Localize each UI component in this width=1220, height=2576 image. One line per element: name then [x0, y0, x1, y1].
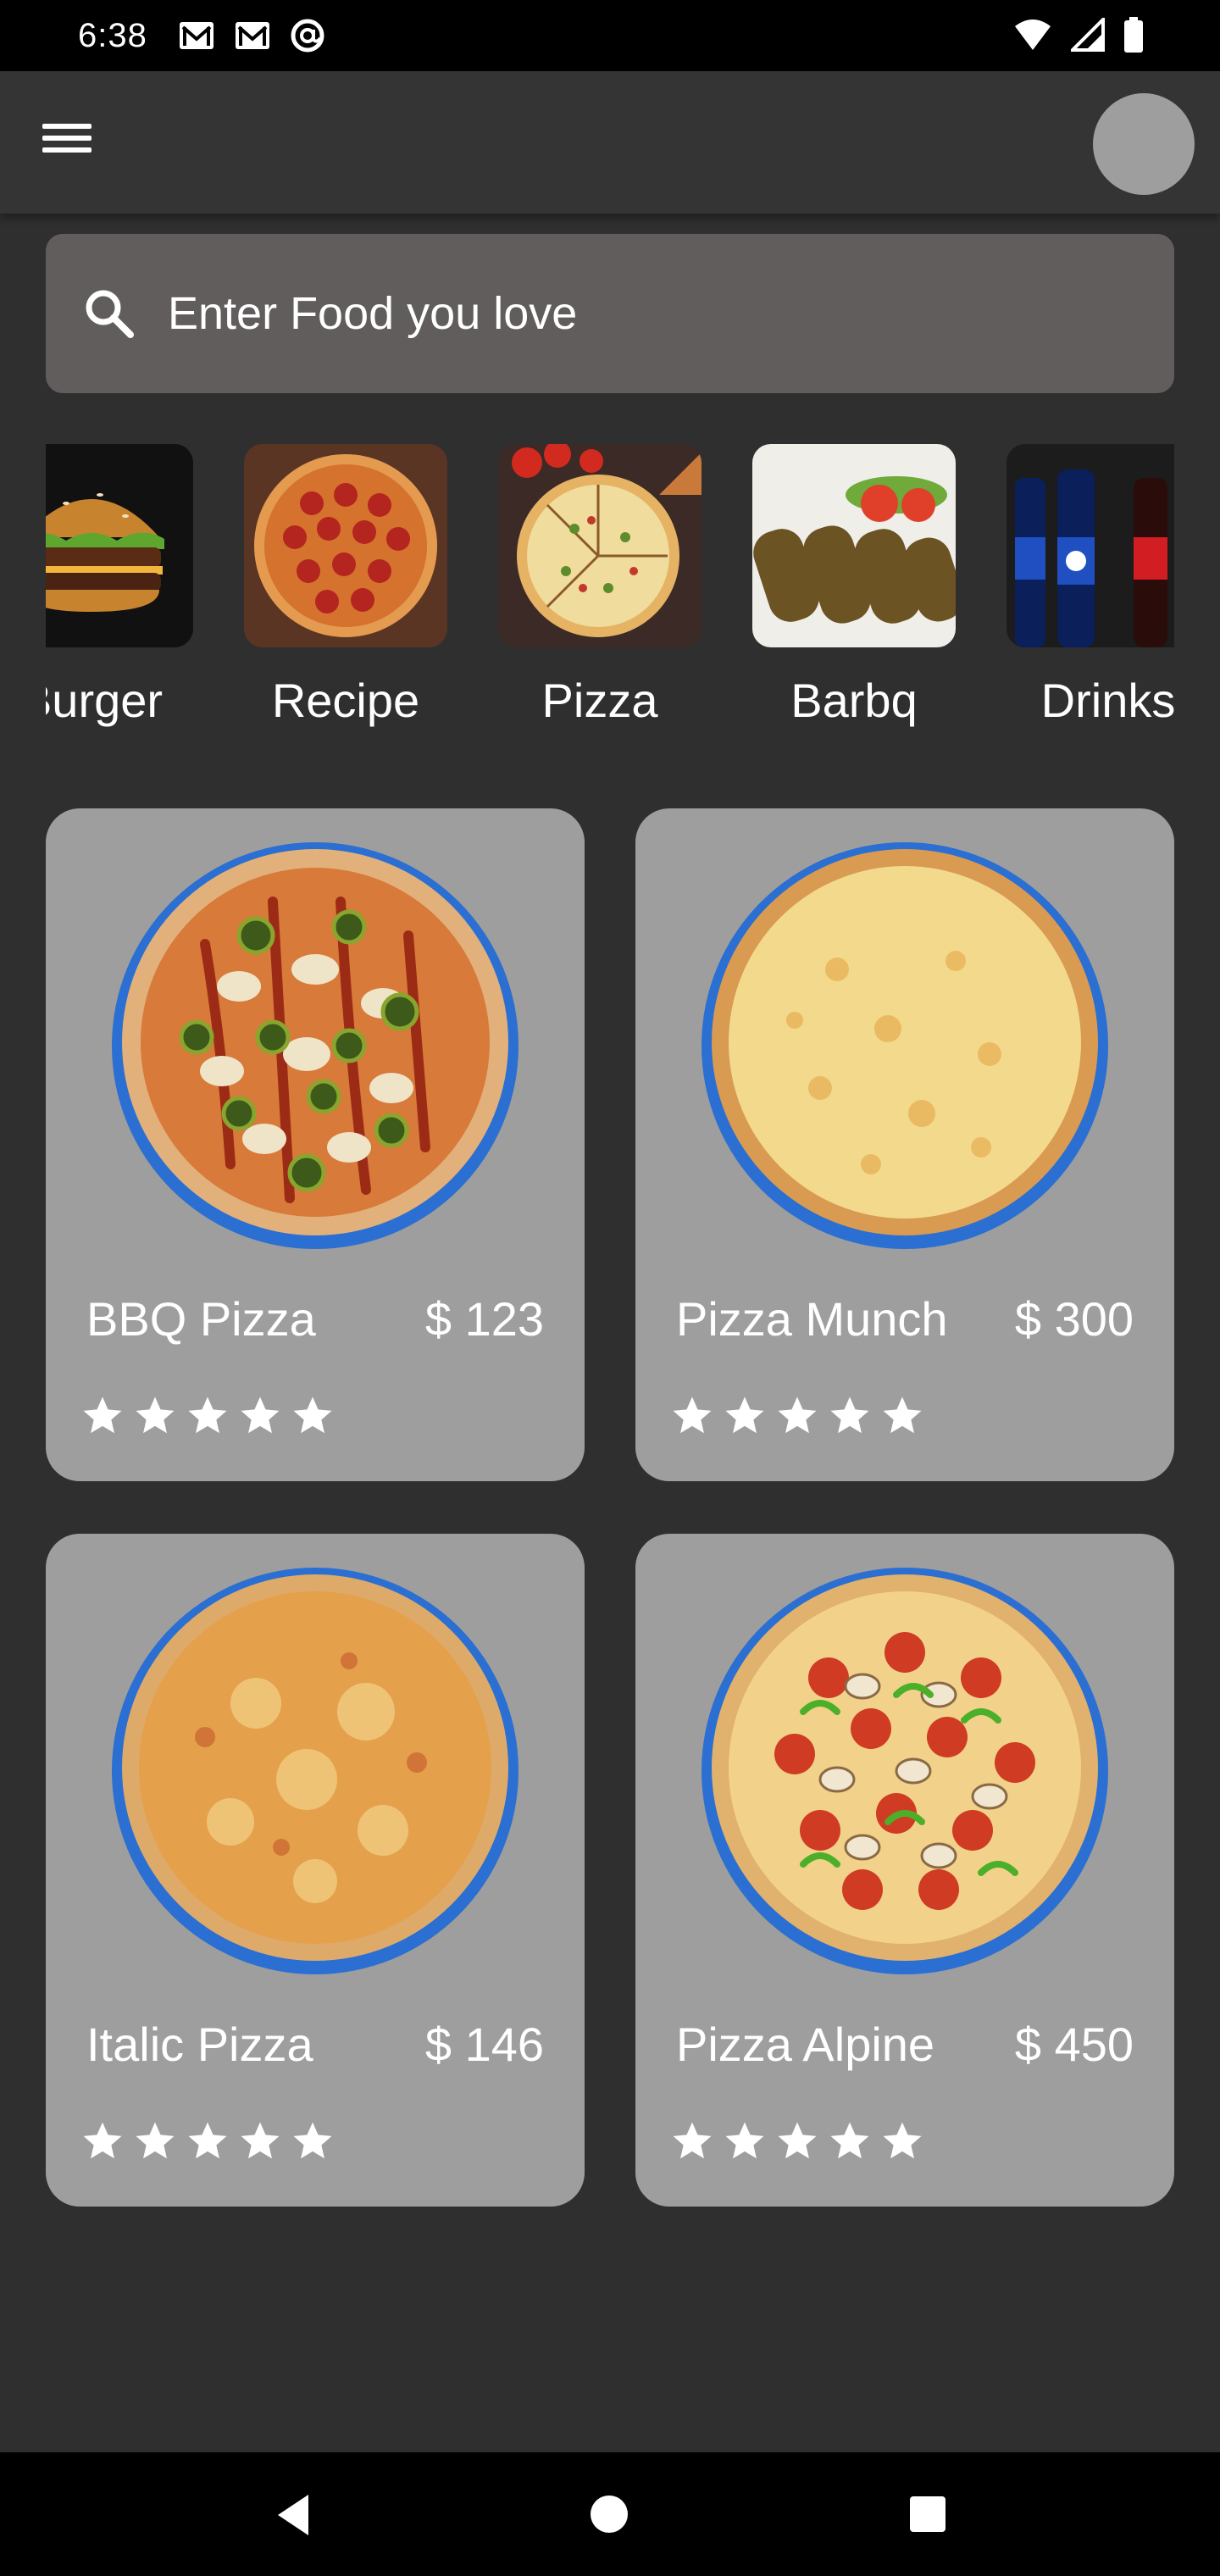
- food-name: Pizza Munch: [676, 1292, 948, 1346]
- category-label: Burger: [46, 674, 164, 727]
- system-icons: [1013, 17, 1144, 53]
- food-price: $ 300: [1014, 1292, 1134, 1346]
- wifi-icon: [1015, 19, 1051, 50]
- back-icon[interactable]: [268, 2490, 319, 2540]
- category-label: Barbq: [790, 674, 918, 727]
- food-name: Italic Pizza: [86, 2018, 313, 2071]
- gmail-icon: [179, 22, 214, 49]
- star-icon[interactable]: [669, 2118, 715, 2164]
- pizza-slices-image: [498, 444, 702, 647]
- food-name: BBQ Pizza: [86, 1292, 316, 1346]
- drinks-image: [1006, 444, 1174, 647]
- category-burger[interactable]: Burger: [46, 444, 193, 728]
- category-pizza[interactable]: Pizza: [498, 444, 702, 728]
- status-time: 6:38: [78, 16, 147, 54]
- food-price: $ 123: [424, 1292, 544, 1346]
- category-label: Pizza: [541, 674, 658, 727]
- food-card-italic-pizza[interactable]: Italic Pizza $ 146: [46, 1534, 585, 2207]
- food-card-pizza-alpine[interactable]: Pizza Alpine $ 450: [635, 1534, 1174, 2207]
- star-icon[interactable]: [879, 2118, 925, 2164]
- star-icon[interactable]: [879, 1393, 925, 1439]
- rating-stars[interactable]: [669, 2118, 925, 2164]
- category-barbq[interactable]: Barbq: [752, 444, 956, 728]
- at-sign-icon: [291, 19, 324, 53]
- star-icon[interactable]: [185, 2118, 230, 2164]
- pepperoni-mushroom-pizza-image: [702, 1568, 1108, 1974]
- star-icon[interactable]: [774, 1393, 820, 1439]
- food-price: $ 146: [424, 2018, 544, 2071]
- margherita-pizza-image: [112, 1568, 518, 1974]
- app-bar: [0, 71, 1220, 214]
- battery-icon: [1124, 17, 1143, 53]
- category-recipe[interactable]: Recipe: [244, 444, 447, 728]
- search-bar[interactable]: [46, 234, 1174, 393]
- star-icon[interactable]: [827, 2118, 873, 2164]
- star-icon[interactable]: [237, 2118, 283, 2164]
- category-label: Recipe: [271, 674, 420, 727]
- rating-stars[interactable]: [80, 1393, 336, 1439]
- app-screen: 6:38 Enter Food you love urger Recipe Pi…: [0, 0, 1220, 2576]
- cheese-pizza-image: [702, 842, 1108, 1249]
- search-icon: [86, 290, 134, 338]
- avatar[interactable]: [1093, 93, 1195, 195]
- notification-icons: [178, 18, 325, 53]
- category-list[interactable]: Burger Recipe: [46, 444, 1174, 749]
- star-icon[interactable]: [827, 1393, 873, 1439]
- search-input[interactable]: [168, 287, 1100, 340]
- star-icon[interactable]: [185, 1393, 230, 1439]
- star-icon[interactable]: [132, 2118, 178, 2164]
- food-card-bbq-pizza[interactable]: BBQ Pizza $ 123: [46, 808, 585, 1481]
- gmail-icon: [235, 22, 269, 49]
- bbq-pizza-image: [112, 842, 518, 1249]
- star-icon[interactable]: [80, 2118, 125, 2164]
- home-icon[interactable]: [590, 2495, 629, 2534]
- star-icon[interactable]: [290, 2118, 336, 2164]
- navigation-bar: [0, 2452, 1220, 2576]
- food-card-pizza-munch[interactable]: Pizza Munch $ 300: [635, 808, 1174, 1481]
- star-icon[interactable]: [722, 1393, 768, 1439]
- star-icon[interactable]: [290, 1393, 336, 1439]
- recents-icon[interactable]: [908, 2495, 947, 2534]
- rating-stars[interactable]: [669, 1393, 925, 1439]
- star-icon[interactable]: [722, 2118, 768, 2164]
- category-drinks[interactable]: Drinks: [1006, 444, 1174, 728]
- category-label: Drinks: [1040, 674, 1174, 727]
- star-icon[interactable]: [132, 1393, 178, 1439]
- food-name: Pizza Alpine: [676, 2018, 935, 2071]
- burger-image: [46, 444, 193, 647]
- star-icon[interactable]: [237, 1393, 283, 1439]
- rating-stars[interactable]: [80, 2118, 336, 2164]
- food-price: $ 450: [1014, 2018, 1134, 2071]
- cell-signal-icon: [1071, 18, 1105, 52]
- star-icon[interactable]: [774, 2118, 820, 2164]
- recipe-image: [244, 444, 447, 647]
- star-icon[interactable]: [80, 1393, 125, 1439]
- star-icon[interactable]: [669, 1393, 715, 1439]
- barbq-image: [752, 444, 956, 647]
- status-bar: 6:38: [0, 0, 1220, 71]
- hamburger-menu-icon[interactable]: [42, 117, 102, 168]
